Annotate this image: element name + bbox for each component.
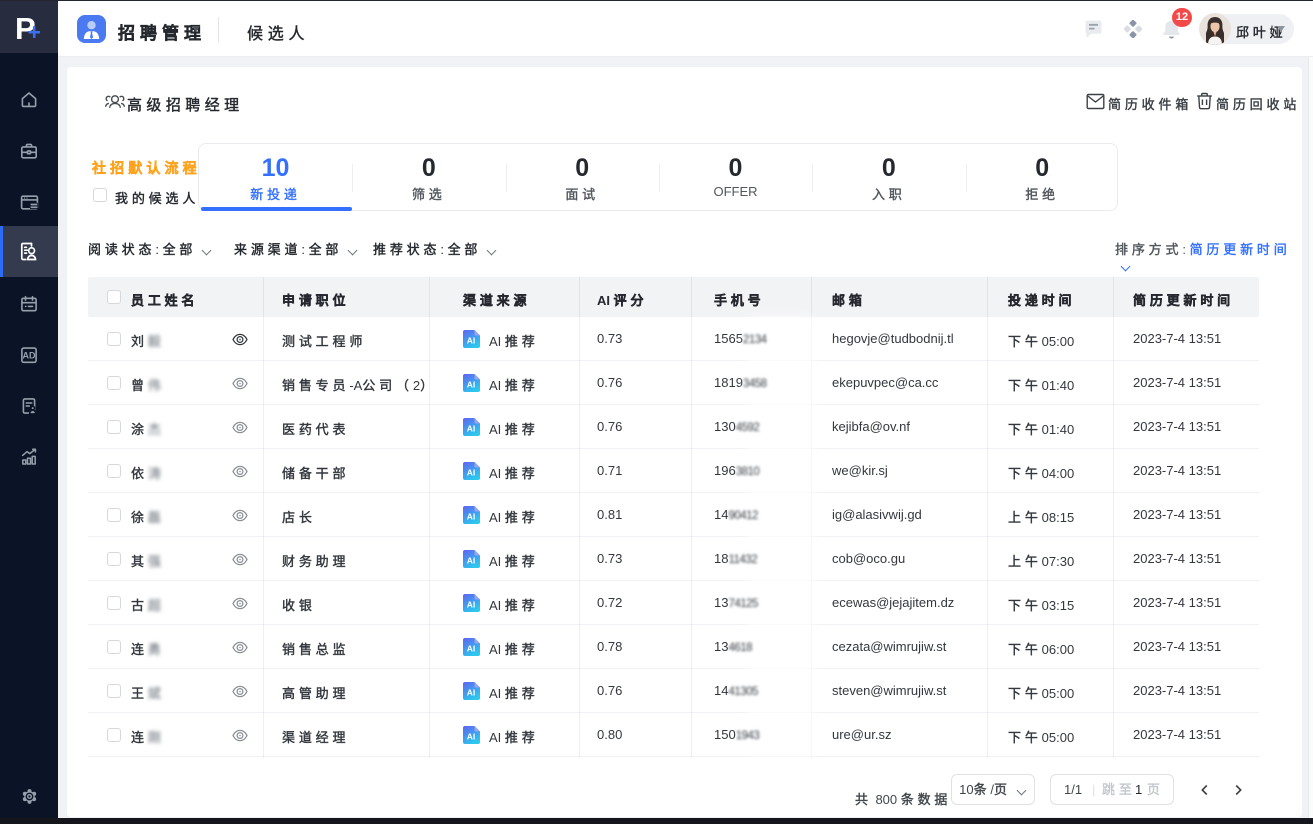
svg-text:AI: AI (467, 688, 476, 698)
svg-text:AI: AI (467, 336, 476, 346)
svg-text:AD: AD (23, 350, 36, 360)
svg-text:AI: AI (467, 556, 476, 566)
svg-text:AI: AI (467, 380, 476, 390)
svg-text:AI: AI (467, 732, 476, 742)
svg-text:AI: AI (467, 468, 476, 478)
svg-text:AI: AI (467, 512, 476, 522)
svg-text:AI: AI (467, 644, 476, 654)
svg-text:AI: AI (467, 424, 476, 434)
svg-text:AI: AI (467, 600, 476, 610)
